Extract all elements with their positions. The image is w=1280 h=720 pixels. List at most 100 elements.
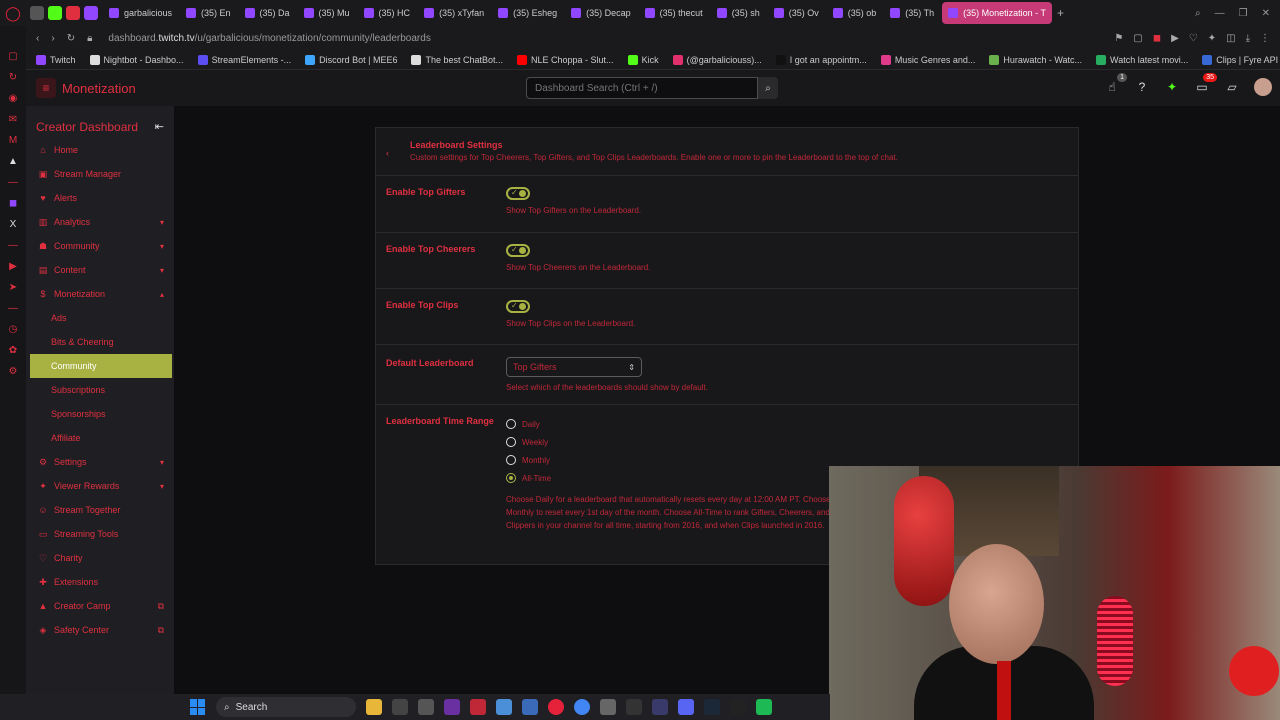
snapshot-icon[interactable]: ▢ bbox=[1133, 33, 1142, 44]
twitch-rail-icon[interactable]: ◼ bbox=[7, 197, 19, 209]
m-icon[interactable]: M bbox=[7, 134, 19, 146]
sidebar-subitem-affiliate[interactable]: Affiliate bbox=[26, 426, 174, 450]
browser-tab[interactable]: (35) xTyfan bbox=[418, 2, 490, 24]
notifications-icon[interactable]: ☝ 1 bbox=[1104, 73, 1127, 95]
menu-icon[interactable]: ⋮ bbox=[1260, 33, 1270, 44]
windows-start-icon[interactable] bbox=[190, 699, 206, 715]
app-icon-10[interactable] bbox=[600, 699, 616, 715]
messenger-icon[interactable]: ▢ bbox=[7, 50, 19, 62]
minus-icon-3[interactable]: — bbox=[7, 302, 19, 314]
sidebar-item-charity[interactable]: ♡ Charity bbox=[26, 546, 174, 570]
extensions-rail-icon[interactable]: ✿ bbox=[7, 344, 19, 356]
player-icon[interactable]: ▶ bbox=[7, 260, 19, 272]
app-icon-16[interactable] bbox=[756, 699, 772, 715]
browser-tab[interactable]: (35) Esheg bbox=[492, 2, 563, 24]
sidebar-subitem-sponsorships[interactable]: Sponsorships bbox=[26, 402, 174, 426]
pocket-icon[interactable]: ◼ bbox=[1153, 33, 1161, 44]
enable-toggle[interactable]: ✓ bbox=[506, 187, 530, 200]
sidebar-item-community[interactable]: ☗ Community ▾ bbox=[26, 234, 174, 258]
inbox-icon[interactable]: ▭ 35 bbox=[1194, 73, 1217, 95]
app-icon-7[interactable] bbox=[522, 699, 538, 715]
sidebar-item-stream-manager[interactable]: ▣ Stream Manager bbox=[26, 162, 174, 186]
browser-tab[interactable]: (35) Ov bbox=[768, 2, 825, 24]
sidebar-item-streaming-tools[interactable]: ▭ Streaming Tools bbox=[26, 522, 174, 546]
bookmark-item[interactable]: (@garbaliciouss)... bbox=[672, 54, 762, 65]
bookmark-item[interactable]: NLE Choppa - Slut... bbox=[517, 54, 614, 65]
browser-tab[interactable]: (35) Monetization - T bbox=[942, 2, 1052, 24]
photos-icon[interactable] bbox=[496, 699, 512, 715]
steam-icon[interactable] bbox=[704, 699, 720, 715]
bookmark-item[interactable]: Nightbot - Dashbo... bbox=[89, 54, 184, 65]
bookmark-item[interactable]: Clips | Fyre API bbox=[1202, 54, 1278, 65]
time-range-option[interactable]: Daily bbox=[506, 415, 1068, 433]
bookmark-icon[interactable]: ⚑ bbox=[1114, 33, 1123, 44]
sidebar-subitem-community[interactable]: Community bbox=[30, 354, 172, 378]
mail-icon[interactable]: ✉ bbox=[7, 113, 19, 125]
share-icon[interactable]: ◫ bbox=[1226, 33, 1235, 44]
help-icon[interactable]: ? bbox=[1134, 79, 1150, 95]
minimize-icon[interactable]: — bbox=[1215, 8, 1225, 19]
browser-tab[interactable]: (35) En bbox=[180, 2, 237, 24]
bookmark-item[interactable]: Twitch bbox=[36, 54, 76, 65]
sidebar-subitem-bits-cheering[interactable]: Bits & Cheering bbox=[26, 330, 174, 354]
forward-icon[interactable]: › bbox=[51, 33, 54, 44]
radio-button[interactable] bbox=[506, 455, 516, 465]
sidebar-item-extensions[interactable]: ✚ Extensions bbox=[26, 570, 174, 594]
pinned-tab-apple-icon[interactable] bbox=[30, 6, 44, 20]
app-icon-11[interactable] bbox=[626, 699, 642, 715]
sidebar-item-creator-camp[interactable]: ▲ Creator Camp ⧉ bbox=[26, 594, 174, 618]
bookmark-item[interactable]: Hurawatch - Watc... bbox=[989, 54, 1082, 65]
history-icon[interactable]: ↻ bbox=[7, 71, 19, 83]
epic-games-icon[interactable] bbox=[730, 699, 746, 715]
sidebar-item-home[interactable]: ⌂ Home bbox=[26, 138, 174, 162]
browser-tab[interactable]: garbalicious bbox=[103, 2, 178, 24]
browser-tab[interactable]: (35) thecut bbox=[639, 2, 709, 24]
sidebar-item-viewer-rewards[interactable]: ✦ Viewer Rewards ▾ bbox=[26, 474, 174, 498]
x-icon[interactable]: X bbox=[7, 218, 19, 230]
browser-tab[interactable]: (35) ob bbox=[827, 2, 883, 24]
bookmark-item[interactable]: Kick bbox=[627, 54, 659, 65]
discord-icon[interactable] bbox=[678, 699, 694, 715]
sidebar-item-monetization[interactable]: $ Monetization ▴ bbox=[26, 282, 174, 306]
minus-icon-2[interactable]: — bbox=[7, 239, 19, 251]
heart-icon[interactable]: ♡ bbox=[1189, 33, 1198, 44]
pinned-tab-pin3-icon[interactable] bbox=[66, 6, 80, 20]
collapse-sidebar-icon[interactable]: ⇤ bbox=[155, 120, 164, 133]
hamburger-menu-icon[interactable]: ≡ bbox=[36, 78, 56, 98]
sidebar-subitem-ads[interactable]: Ads bbox=[26, 306, 174, 330]
sidebar-subitem-subscriptions[interactable]: Subscriptions bbox=[26, 378, 174, 402]
bookmark-item[interactable]: Discord Bot | MEE6 bbox=[305, 54, 397, 65]
file-explorer-icon[interactable] bbox=[366, 699, 382, 715]
taskbar-search[interactable]: ⌕ Search bbox=[216, 697, 356, 717]
sidebar-item-settings[interactable]: ⚙ Settings ▾ bbox=[26, 450, 174, 474]
back-chevron-icon[interactable]: ‹ bbox=[386, 148, 410, 158]
radio-button[interactable] bbox=[506, 437, 516, 447]
minus-icon[interactable]: — bbox=[7, 176, 19, 188]
maximize-icon[interactable]: ❐ bbox=[1239, 8, 1248, 19]
extension-puzzle-icon[interactable]: ✦ bbox=[1208, 33, 1216, 44]
aria-icon[interactable]: ▲ bbox=[7, 155, 19, 167]
app-icon-4[interactable] bbox=[444, 699, 460, 715]
browser-tab[interactable]: (35) sh bbox=[711, 2, 766, 24]
opera-logo-icon[interactable]: ◯ bbox=[0, 0, 26, 26]
search-tabs-icon[interactable]: ⌕ bbox=[1195, 8, 1201, 19]
chrome-icon[interactable] bbox=[574, 699, 590, 715]
opera-taskbar-icon[interactable] bbox=[548, 699, 564, 715]
browser-tab[interactable]: (35) Mu bbox=[298, 2, 356, 24]
bookmark-item[interactable]: Watch latest movi... bbox=[1096, 54, 1188, 65]
close-window-icon[interactable]: ✕ bbox=[1262, 8, 1270, 19]
camera-icon[interactable]: ◉ bbox=[7, 92, 19, 104]
whispers-icon[interactable]: ▱ bbox=[1224, 79, 1240, 95]
browser-tab[interactable]: (35) Da bbox=[239, 2, 296, 24]
url-text[interactable]: dashboard.twitch.tv/u/garbalicious/monet… bbox=[108, 33, 430, 44]
pinned-tab-kick-icon[interactable] bbox=[48, 6, 62, 20]
browser-tab[interactable]: (35) Decap bbox=[565, 2, 637, 24]
default-leaderboard-select[interactable]: Top Gifters ⇕ bbox=[506, 357, 642, 377]
radio-button[interactable] bbox=[506, 473, 516, 483]
obs-icon[interactable] bbox=[392, 699, 408, 715]
crown-icon[interactable]: ✦ bbox=[1164, 79, 1180, 95]
app-icon-5[interactable] bbox=[470, 699, 486, 715]
player-icon-2[interactable]: ▶ bbox=[1171, 33, 1179, 44]
sidebar-item-alerts[interactable]: ♥ Alerts bbox=[26, 186, 174, 210]
bookmark-item[interactable]: The best ChatBot... bbox=[411, 54, 503, 65]
